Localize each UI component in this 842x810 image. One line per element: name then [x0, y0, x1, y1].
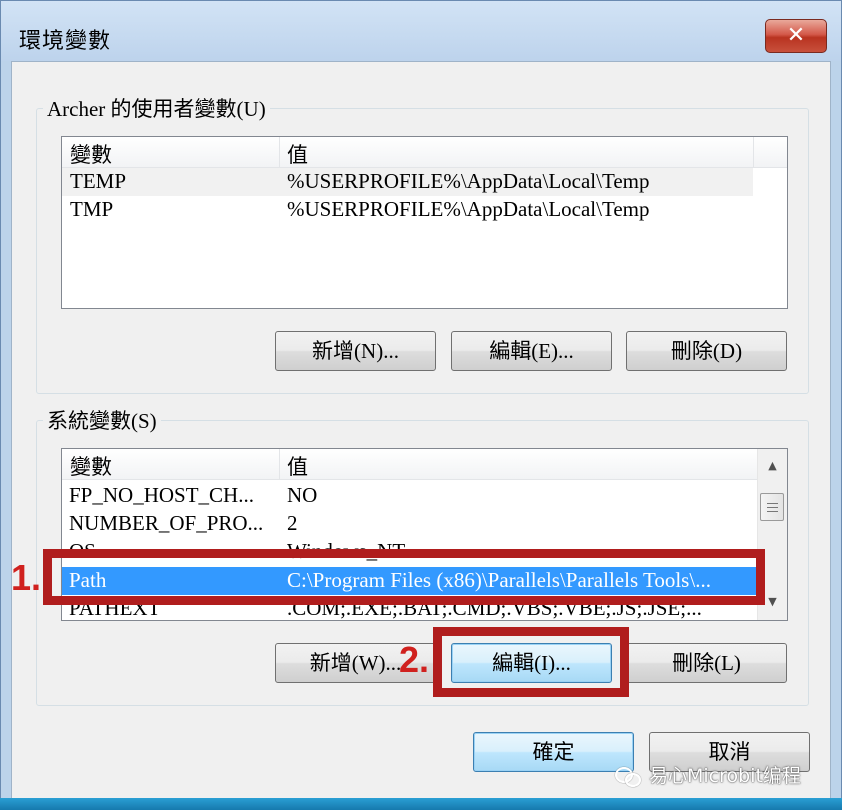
system-variables-label: 系統變數(S) — [43, 405, 161, 435]
variable-name: TMP — [70, 197, 114, 221]
step-2-label: 2. — [399, 639, 430, 680]
variable-name: NUMBER_OF_PRO... — [69, 511, 264, 535]
user-edit-button[interactable]: 編輯(E)... — [451, 331, 612, 371]
variable-value: %USERPROFILE%\AppData\Local\Temp — [287, 169, 650, 193]
user-variables-label: Archer 的使用者變數(U) — [43, 93, 270, 123]
variable-value: NO — [287, 483, 318, 507]
watermark: 易心Microbit编程 — [615, 761, 801, 788]
system-delete-button[interactable]: 刪除(L) — [626, 643, 787, 683]
column-divider[interactable] — [753, 137, 754, 167]
column-header-variable[interactable]: 變數 — [70, 451, 112, 481]
variable-name: FP_NO_HOST_CH... — [69, 483, 254, 507]
user-new-button[interactable]: 新增(N)... — [275, 331, 436, 371]
variable-name: TEMP — [70, 169, 127, 193]
dialog-client-area: Archer 的使用者變數(U) 變數 值 TEMP %USERPROFILE%… — [11, 61, 831, 799]
scroll-up-arrow-icon[interactable]: ▲ — [764, 459, 781, 472]
close-button[interactable]: ✕ — [765, 19, 827, 53]
scroll-thumb-grip-icon — [767, 503, 778, 504]
step-1-label: 1. — [11, 557, 42, 598]
variable-value: 2 — [287, 511, 298, 535]
scroll-thumb-grip-icon — [767, 511, 778, 512]
user-variables-group: Archer 的使用者變數(U) 變數 值 TEMP %USERPROFILE%… — [36, 93, 809, 394]
table-row[interactable]: TMP %USERPROFILE%\AppData\Local\Temp — [62, 196, 753, 224]
wechat-icon — [615, 766, 643, 787]
list-header: 變數 值 — [62, 449, 757, 480]
watermark-text: 易心Microbit编程 — [649, 765, 801, 787]
scroll-down-arrow-icon[interactable]: ▼ — [764, 595, 781, 608]
title-bar[interactable]: 環境變數 ✕ — [1, 1, 841, 61]
list-header: 變數 值 — [62, 137, 787, 168]
scroll-thumb[interactable] — [760, 493, 784, 521]
window-title: 環境變數 — [19, 28, 112, 53]
user-variables-list[interactable]: 變數 值 TEMP %USERPROFILE%\AppData\Local\Te… — [61, 136, 788, 309]
ok-button[interactable]: 確定 — [473, 732, 634, 772]
column-divider[interactable] — [279, 137, 280, 167]
column-header-value[interactable]: 值 — [287, 139, 308, 169]
edit-button-highlight — [433, 627, 629, 697]
close-icon: ✕ — [786, 23, 806, 48]
path-row-highlight — [43, 549, 765, 605]
column-header-value[interactable]: 值 — [287, 451, 308, 481]
column-header-variable[interactable]: 變數 — [70, 139, 112, 169]
table-row[interactable]: TEMP %USERPROFILE%\AppData\Local\Temp — [62, 168, 753, 196]
scroll-thumb-grip-icon — [767, 507, 778, 508]
environment-variables-dialog: 環境變數 ✕ Archer 的使用者變數(U) 變數 值 TEMP %USERP… — [0, 0, 842, 810]
user-delete-button[interactable]: 刪除(D) — [626, 331, 787, 371]
table-row[interactable]: NUMBER_OF_PRO... 2 — [62, 510, 757, 538]
variable-value: %USERPROFILE%\AppData\Local\Temp — [287, 197, 650, 221]
table-row[interactable]: FP_NO_HOST_CH... NO — [62, 482, 757, 510]
taskbar-strip — [0, 798, 842, 810]
column-divider[interactable] — [279, 449, 280, 479]
